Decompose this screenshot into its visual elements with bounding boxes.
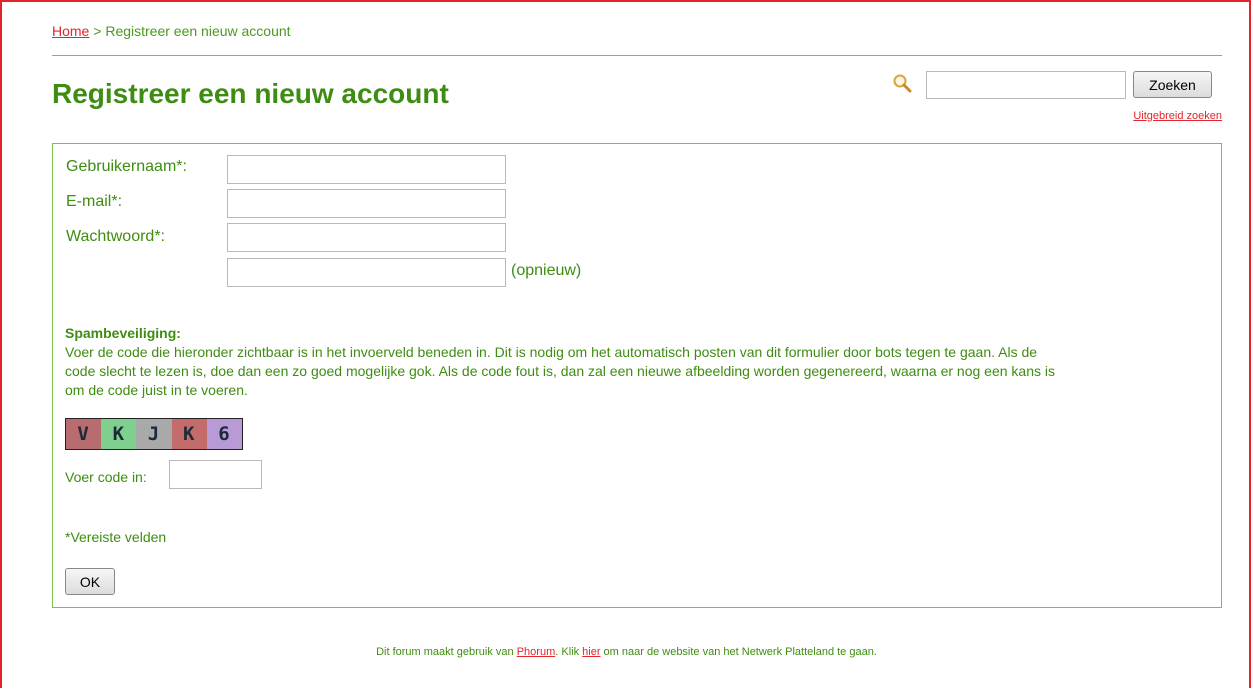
captcha-code-label: Voer code in: xyxy=(65,469,147,485)
breadcrumb: Home > Registreer een nieuw account xyxy=(52,23,291,39)
submit-button[interactable]: OK xyxy=(65,568,115,595)
captcha-char: K xyxy=(171,419,207,449)
captcha-char: V xyxy=(66,419,102,449)
page-title: Registreer een nieuw account xyxy=(52,78,449,109)
breadcrumb-current: Registreer een nieuw account xyxy=(105,23,291,39)
top-divider xyxy=(52,55,1222,56)
search-input[interactable] xyxy=(926,71,1126,99)
username-label: Gebruikernaam*: xyxy=(66,158,187,175)
password-confirm-field[interactable] xyxy=(227,258,506,287)
captcha-image: V K J K 6 xyxy=(65,418,243,450)
advanced-search-link[interactable]: Uitgebreid zoeken xyxy=(1133,110,1222,122)
username-field[interactable] xyxy=(227,155,506,184)
captcha-char: K xyxy=(101,419,137,449)
footer-suffix: om naar de website van het Netwerk Platt… xyxy=(600,646,877,658)
captcha-char: J xyxy=(136,419,172,449)
email-field[interactable] xyxy=(227,189,506,218)
footer-prefix: Dit forum maakt gebruik van xyxy=(376,646,517,658)
search-area: Zoeken Uitgebreid zoeken xyxy=(892,71,1222,131)
spam-protection-title: Spambeveiliging: xyxy=(65,325,181,341)
spam-protection-text: Voer de code die hieronder zichtbaar is … xyxy=(65,344,1056,398)
required-fields-note: *Vereiste velden xyxy=(65,529,167,545)
footer: Dit forum maakt gebruik van Phorum. Klik… xyxy=(0,646,1253,658)
footer-middle: . Klik xyxy=(555,646,583,658)
captcha-char: 6 xyxy=(206,419,242,449)
search-icon xyxy=(892,73,912,93)
registration-form: Gebruikernaam*: E-mail*: Wachtwoord*: (o… xyxy=(52,143,1222,608)
password-again-note: (opnieuw) xyxy=(511,262,582,279)
captcha-code-field[interactable] xyxy=(169,460,262,489)
email-label: E-mail*: xyxy=(66,193,123,210)
phorum-link[interactable]: Phorum xyxy=(517,646,556,658)
password-label: Wachtwoord*: xyxy=(66,228,165,245)
search-button[interactable]: Zoeken xyxy=(1133,71,1212,98)
breadcrumb-separator: > xyxy=(89,23,106,39)
breadcrumb-home-link[interactable]: Home xyxy=(52,23,89,39)
here-link[interactable]: hier xyxy=(582,646,600,658)
password-field[interactable] xyxy=(227,223,506,252)
